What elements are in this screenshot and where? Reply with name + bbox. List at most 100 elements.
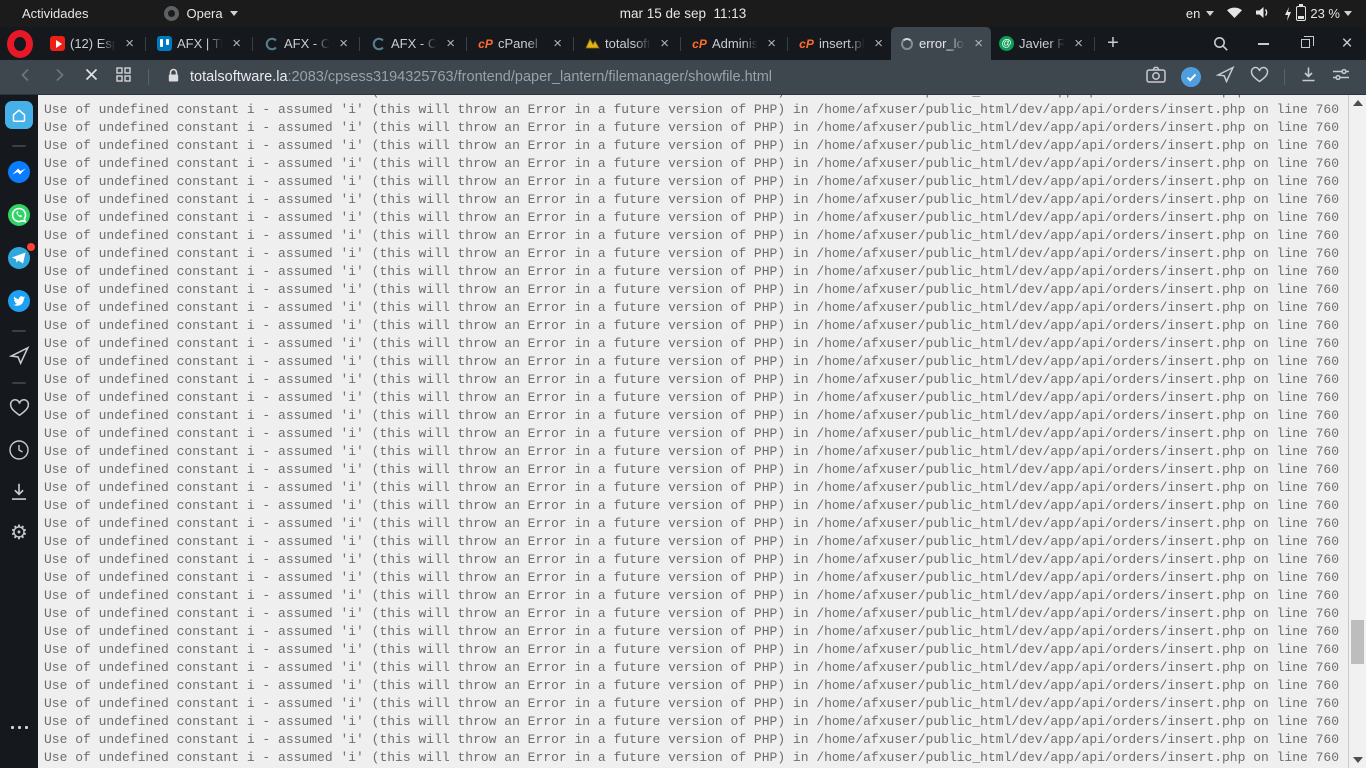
log-line: Use of undefined constant i - assumed 'i… — [44, 534, 1340, 549]
tab-separator — [359, 36, 360, 51]
sidebar-more-button[interactable] — [6, 714, 32, 740]
log-line: Use of undefined constant i - assumed 'i… — [44, 102, 1340, 117]
tab-separator — [787, 36, 788, 51]
log-line: Use of undefined constant i - assumed 'i… — [44, 426, 1340, 441]
tab-separator — [1094, 36, 1095, 51]
my-flow-icon[interactable] — [1215, 65, 1235, 88]
log-line: Use of undefined constant i - assumed 'i… — [44, 192, 1340, 207]
messenger-button[interactable] — [6, 159, 32, 185]
page-content: Use of undefined constant i - assumed 'i… — [38, 95, 1348, 768]
security-shield-icon[interactable] — [1181, 67, 1201, 87]
chevron-down-icon — [1206, 11, 1215, 16]
log-output: Use of undefined constant i - assumed 'i… — [38, 95, 1348, 767]
tab-close-icon[interactable]: × — [122, 35, 137, 52]
tab-cpanel[interactable]: cP cPanel - F × — [470, 27, 570, 60]
tab-close-icon[interactable]: × — [657, 35, 672, 52]
app-menu-label: Opera — [186, 6, 223, 21]
easy-setup-sliders-icon[interactable] — [1332, 67, 1350, 87]
tab-totalsoft[interactable]: totalsoft × — [577, 27, 677, 60]
log-line: Use of undefined constant i - assumed 'i… — [44, 174, 1340, 189]
opera-logo-icon[interactable] — [7, 30, 33, 58]
close-window-button[interactable]: × — [1338, 34, 1356, 53]
log-line: Use of undefined constant i - assumed 'i… — [44, 588, 1340, 603]
twitter-button[interactable] — [6, 288, 32, 314]
log-line: Use of undefined constant i - assumed 'i… — [44, 390, 1340, 405]
search-icon[interactable] — [1212, 35, 1230, 53]
bookmarks-button[interactable] — [6, 394, 32, 420]
tab-close-icon[interactable]: × — [971, 35, 986, 52]
back-button[interactable] — [18, 67, 34, 88]
download-icon[interactable] — [1300, 66, 1317, 88]
paper-plane-icon — [8, 345, 29, 365]
maximize-button[interactable] — [1296, 35, 1314, 53]
opera-app-icon — [164, 6, 180, 21]
log-line: Use of undefined constant i - assumed 'i… — [44, 300, 1340, 315]
downloads-button[interactable] — [6, 479, 32, 505]
log-line: Use of undefined constant i - assumed 'i… — [44, 498, 1340, 513]
url-text: totalsoftware.la:2083/cpsess3194325763/f… — [190, 69, 772, 85]
vertical-scrollbar[interactable] — [1348, 95, 1366, 768]
url-path: :2083/cpsess3194325763/frontend/paper_la… — [287, 69, 772, 85]
telegram-button[interactable] — [6, 243, 35, 271]
tab-close-icon[interactable]: × — [336, 35, 351, 52]
divider — [12, 382, 26, 384]
afx-icon — [371, 36, 386, 51]
history-button[interactable] — [6, 437, 32, 463]
log-line: Use of undefined constant i - assumed 'i… — [44, 156, 1340, 171]
tab-error-log-active[interactable]: error_log × — [891, 27, 991, 60]
log-line: Use of undefined constant i - assumed 'i… — [44, 660, 1340, 675]
tab-label: totalsoft — [605, 36, 651, 51]
heart-icon — [9, 398, 29, 416]
minimize-button[interactable] — [1254, 35, 1272, 53]
divider — [148, 69, 149, 85]
tab-close-icon[interactable]: × — [871, 35, 886, 52]
whatsapp-icon — [8, 204, 30, 226]
new-tab-button[interactable]: + — [1098, 27, 1128, 60]
app-menu[interactable]: Opera — [164, 6, 238, 21]
language-indicator[interactable]: en — [1186, 6, 1215, 21]
stop-loading-button[interactable] — [84, 67, 99, 87]
tab-close-icon[interactable]: × — [443, 35, 458, 52]
whatsapp-button[interactable] — [6, 202, 32, 228]
activities-button[interactable]: Actividades — [14, 6, 96, 21]
tab-javier[interactable]: @ Javier Ra × — [991, 27, 1091, 60]
url-field[interactable]: totalsoftware.la:2083/cpsess3194325763/f… — [167, 68, 1146, 87]
tab-close-icon[interactable]: × — [229, 35, 244, 52]
log-line: Use of undefined constant i - assumed 'i… — [44, 138, 1340, 153]
tab-label: AFX - Clie — [284, 36, 331, 51]
cpanel-icon: cP — [799, 36, 814, 51]
log-line: Use of undefined constant i - assumed 'i… — [44, 336, 1340, 351]
snapshot-camera-icon[interactable] — [1146, 66, 1166, 88]
tab-close-icon[interactable]: × — [764, 35, 779, 52]
bookmark-heart-icon[interactable] — [1250, 66, 1269, 88]
log-line: Use of undefined constant i - assumed 'i… — [44, 732, 1340, 747]
tab-afx-cli[interactable]: AFX - Clie × — [256, 27, 356, 60]
speed-dial-home-button[interactable] — [5, 101, 33, 129]
tab-afx-trello[interactable]: AFX | Tre × — [149, 27, 249, 60]
tab-separator — [573, 36, 574, 51]
scrollbar-thumb[interactable] — [1351, 620, 1364, 664]
tab-afx-cm[interactable]: AFX - CM × — [363, 27, 463, 60]
divider — [12, 330, 26, 332]
tab-separator — [680, 36, 681, 51]
scroll-up-arrow[interactable] — [1353, 100, 1363, 106]
status-area[interactable]: en 23 % — [1186, 4, 1352, 22]
wifi-icon — [1226, 6, 1243, 22]
tab-close-icon[interactable]: × — [550, 35, 565, 52]
tab-bar: (12) Espe × AFX | Tre × AFX - Clie × — [0, 27, 1366, 60]
tab-espe[interactable]: (12) Espe × — [42, 27, 142, 60]
log-line: Use of undefined constant i - assumed 'i… — [44, 210, 1340, 225]
scroll-down-arrow[interactable] — [1353, 757, 1363, 763]
my-flow-sidebar-button[interactable] — [6, 342, 32, 368]
volume-icon — [1255, 6, 1272, 22]
battery-percent: 23 % — [1310, 6, 1340, 21]
tab-administ[interactable]: cP Administ × — [684, 27, 784, 60]
divider — [12, 145, 26, 147]
forward-button[interactable] — [51, 67, 67, 88]
gear-icon: ⚙ — [10, 522, 28, 544]
speed-dial-grid-icon[interactable] — [116, 67, 131, 87]
settings-button[interactable]: ⚙ — [6, 520, 32, 546]
tab-close-icon[interactable]: × — [1071, 35, 1086, 52]
tab-insert-php[interactable]: cP insert.ph × — [791, 27, 891, 60]
cpanel-icon: cP — [692, 36, 707, 51]
